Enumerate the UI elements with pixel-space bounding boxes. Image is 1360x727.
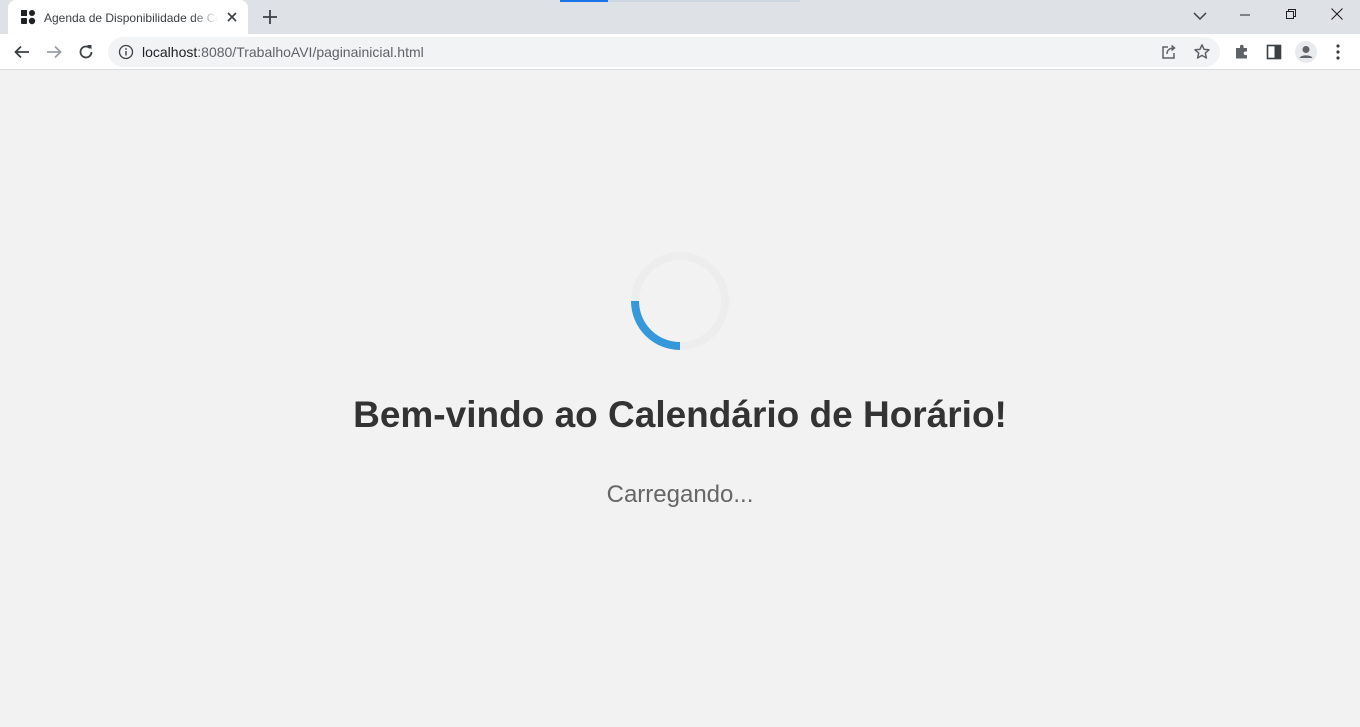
bookmark-star-icon[interactable] — [1192, 42, 1212, 62]
side-panel-icon[interactable] — [1264, 42, 1284, 62]
window-restore-icon[interactable] — [1268, 0, 1314, 30]
back-arrow-icon[interactable] — [8, 38, 36, 66]
share-icon[interactable] — [1159, 42, 1179, 62]
reload-icon[interactable] — [72, 38, 100, 66]
page-title: Bem-vindo ao Calendário de Horário! — [353, 394, 1007, 435]
tab-strip: Agenda de Disponibilidade de Consultas — [0, 0, 1360, 34]
loading-spinner-icon — [631, 252, 729, 350]
url-path: :8080/TrabalhoAVI/paginainicial.html — [197, 44, 424, 60]
window-minimize-icon[interactable] — [1222, 0, 1268, 30]
url-text[interactable]: localhost:8080/TrabalhoAVI/paginainicial… — [142, 44, 424, 60]
new-tab-plus-icon[interactable] — [258, 5, 282, 29]
address-bar[interactable]: localhost:8080/TrabalhoAVI/paginainicial… — [108, 37, 1220, 67]
browser-toolbar: localhost:8080/TrabalhoAVI/paginainicial… — [0, 34, 1360, 70]
page-content: Bem-vindo ao Calendário de Horário! Carr… — [0, 71, 1360, 727]
profile-avatar-icon[interactable] — [1294, 40, 1317, 63]
site-info-icon[interactable] — [118, 44, 134, 60]
page-load-progress — [560, 0, 608, 2]
tab-close-icon[interactable] — [224, 9, 240, 25]
forward-arrow-icon[interactable] — [40, 38, 68, 66]
browser-tab-active[interactable]: Agenda de Disponibilidade de Consultas — [8, 0, 248, 34]
app-favicon-icon — [20, 9, 36, 25]
url-host: localhost — [142, 44, 198, 60]
loading-status-text: Carregando... — [606, 481, 754, 508]
extensions-puzzle-icon[interactable] — [1232, 42, 1252, 62]
page-load-progress-track — [608, 0, 800, 2]
window-close-icon[interactable] — [1314, 0, 1360, 30]
kebab-menu-icon[interactable] — [1326, 42, 1346, 62]
tab-title: Agenda de Disponibilidade de Consultas — [44, 11, 218, 25]
tab-search-chevron-down-icon[interactable] — [1188, 4, 1212, 28]
